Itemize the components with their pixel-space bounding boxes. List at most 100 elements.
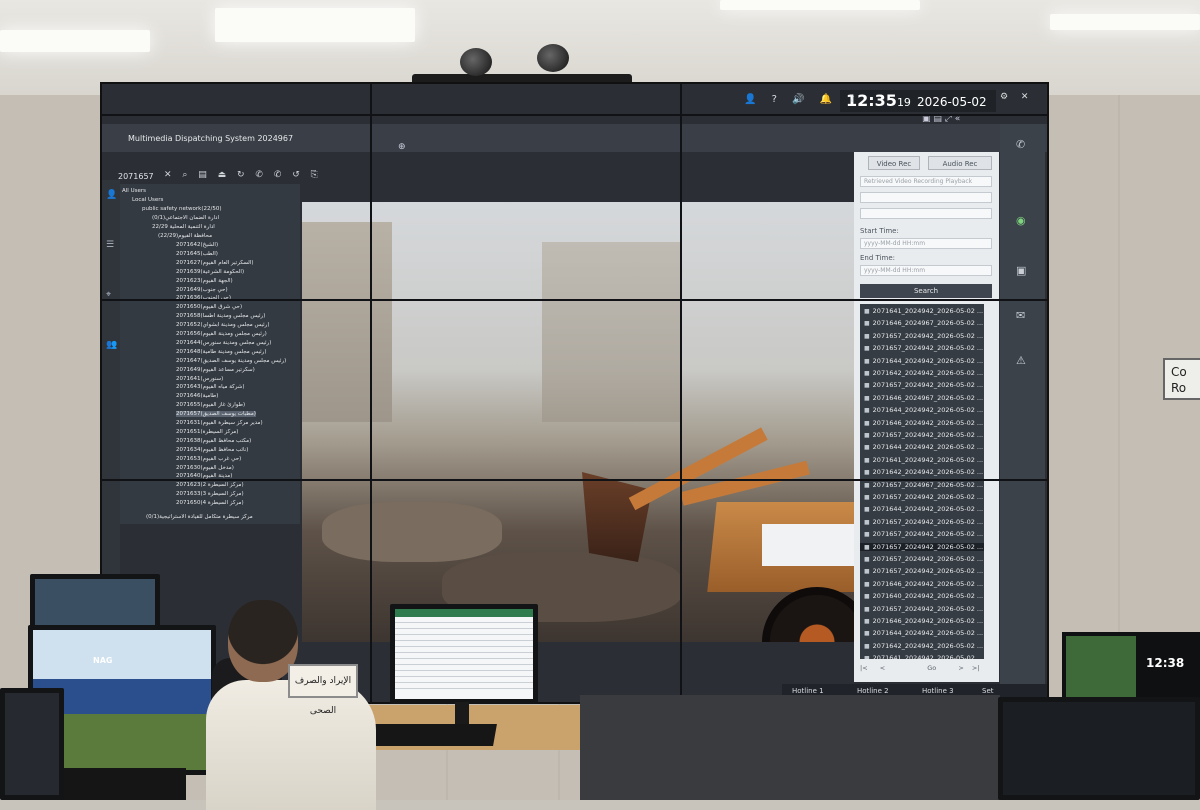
recording-item[interactable]: ■ 2071644_2024942_2026-05-02 ... (864, 357, 983, 365)
recording-item[interactable]: ■ 2071657_2024942_2026-05-02 ... (864, 332, 983, 340)
call-toolbar-icons[interactable]: ✕ ⌕ ▤ ⏏ ↻ ✆ ✆ ↺ ⎘ (164, 170, 322, 180)
recording-item[interactable]: ■ 2071657_2024942_2026-05-02 ... (864, 530, 983, 538)
tree-user-item[interactable]: 2071642(الشيخ) (176, 242, 218, 248)
tree-user-item[interactable]: 2071630(مدخل الفيوم) (176, 465, 234, 471)
start-time-input[interactable]: yyyy-MM-dd HH:mm (860, 238, 992, 249)
tree-group[interactable]: Local Users (132, 197, 163, 203)
recording-label: 2071644_2024942_2026-05-02 ... (872, 505, 984, 514)
add-icon[interactable]: ⊕ (398, 142, 406, 152)
recording-item[interactable]: ■ 2071657_2024942_2026-05-02 ... (864, 344, 983, 352)
recording-item[interactable]: ■ 2071657_2024967_2026-05-02 ... (864, 481, 983, 489)
recording-item[interactable]: ■ 2071657_2024942_2026-05-02 ... (864, 381, 983, 389)
window-controls[interactable]: ⚙ ✕ (1000, 92, 1033, 102)
end-time-input[interactable]: yyyy-MM-dd HH:mm (860, 265, 992, 276)
video-feed[interactable] (302, 202, 854, 642)
tree-user-item[interactable]: 2071646(طامية) (176, 393, 218, 399)
tree-user-item[interactable]: 2071648(رئيس مجلس ومدينة طامية) (176, 349, 266, 355)
playback-field[interactable]: Retrieved Video Recording Playback (860, 176, 992, 187)
hotline-1[interactable]: Hotline 1 (792, 687, 824, 695)
recording-item[interactable]: ■ 2071642_2024942_2026-05-02 ... (864, 642, 983, 650)
tree-branch[interactable]: 22/29 ادارة التنمية المحلية (152, 224, 215, 230)
tree-user-item[interactable]: 2071658(رئيس مجلس ومدينة اطسا) (176, 313, 265, 319)
tree-root[interactable]: All Users (122, 188, 146, 194)
recording-item[interactable]: ■ 2071644_2024942_2026-05-02 ... (864, 406, 983, 414)
tree-user-item[interactable]: 2071645(الطب) (176, 251, 218, 257)
recording-item[interactable]: ■ 2071646_2024942_2026-05-02 ... (864, 419, 983, 427)
tree-user-item[interactable]: 2071657(مطبات يوسف الصديق) (176, 411, 256, 418)
recording-item[interactable]: ■ 2071640_2024942_2026-05-02 ... (864, 592, 983, 600)
tree-user-item[interactable]: 2071651(مركز السيطرة) (176, 429, 238, 435)
recording-item[interactable]: ■ 2071644_2024942_2026-05-02 ... (864, 505, 983, 513)
tree-user-item[interactable]: 2071638(مكتب محافظ الفيوم) (176, 438, 251, 444)
recording-item[interactable]: ■ 2071641_2024942_2026-05-02 ... (864, 307, 983, 315)
settings-link[interactable]: Set (982, 687, 994, 695)
alert-icon[interactable]: ⚠ (1016, 354, 1026, 367)
recording-item[interactable]: ■ 2071646_2024967_2026-05-02 ... (864, 394, 983, 402)
recording-item[interactable]: ■ 2071657_2024942_2026-05-02 ... (864, 431, 983, 439)
spreadsheet-monitor (390, 604, 538, 704)
tree-subgroup[interactable]: public safety network(22/50) (142, 206, 222, 212)
tree-user-item[interactable]: 2071650(مركز السيطرة 4) (176, 500, 244, 506)
go-button[interactable]: Go (927, 664, 936, 672)
tree-user-item[interactable]: 2071641(سنورس) (176, 376, 223, 382)
tree-user-item[interactable]: 2071623(مركز السيطرة 2) (176, 482, 244, 488)
status-icons: 👤 ? 🔊 🔔 ⇪ (744, 94, 862, 105)
tree-user-item[interactable]: 2071647(رئيس مجلس ومدينة يوسف الصديق) (176, 358, 286, 364)
recording-item[interactable]: ■ 2071644_2024942_2026-05-02 ... (864, 443, 983, 451)
tree-user-item[interactable]: 2071655(طوارئ غاز الفيوم) (176, 402, 245, 408)
tree-user-item[interactable]: 2071652(رئيس مجلس ومدينة ابشواي) (176, 322, 270, 328)
tree-user-item[interactable]: 2071653(حي غرب الفيوم) (176, 456, 241, 462)
video-file-icon: ■ (864, 444, 870, 452)
contacts-icon[interactable]: ☰ (106, 240, 114, 250)
recording-item[interactable]: ■ 2071657_2024942_2026-05-02 ... (860, 542, 984, 551)
recording-item[interactable]: ■ 2071646_2024942_2026-05-02 ... (864, 580, 983, 588)
phone-icon[interactable]: ✆ (1016, 138, 1025, 151)
next-page-button[interactable]: > (958, 664, 963, 672)
recording-item[interactable]: ■ 2071657_2024942_2026-05-02 ... (864, 605, 983, 613)
video-icon[interactable]: ▣ (1016, 264, 1026, 277)
recording-item[interactable]: ■ 2071642_2024942_2026-05-02 ... (864, 468, 983, 476)
filter-field[interactable] (860, 192, 992, 203)
recording-item[interactable]: ■ 2071657_2024942_2026-05-02 ... (864, 567, 983, 575)
person-location-icon[interactable]: ◉ (1016, 214, 1026, 227)
last-page-button[interactable]: >| (972, 664, 980, 672)
bezel-seam (102, 114, 1047, 116)
tree-user-item[interactable]: 2071656(رئيس مجلس ومدينة الفيوم) (176, 331, 267, 337)
recording-item[interactable]: ■ 2071657_2024942_2026-05-02 ... (864, 493, 983, 501)
tree-user-item[interactable]: 2071633(مركز السيطرة 3) (176, 491, 244, 497)
group-icon[interactable]: 👥 (106, 340, 117, 350)
recording-item[interactable]: ■ 2071657_2024942_2026-05-02 ... (864, 555, 983, 563)
recording-item[interactable]: ■ 2071644_2024942_2026-05-02 ... (864, 629, 983, 637)
tree-user-item[interactable]: 2071623(الجهة الفيوم) (176, 278, 233, 284)
tree-user-item[interactable]: 2071649(سكرتير مساعد الفيوم) (176, 367, 255, 373)
tree-branch[interactable]: (22/29)محافظة الفيوم (158, 233, 212, 239)
tree-user-item[interactable]: 2071643(شركة مياه الفيوم) (176, 384, 245, 390)
video-rec-button[interactable]: Video Rec (868, 156, 920, 170)
tree-branch[interactable]: (0/1)ادارة الضمان الاجتماعي (152, 215, 219, 221)
tree-user-item[interactable]: 2071649(حي جنوب) (176, 287, 228, 293)
recording-item[interactable]: ■ 2071641_2024942_2026-05-02 ... (864, 456, 983, 464)
filter-field[interactable] (860, 208, 992, 219)
recording-item[interactable]: ■ 2071646_2024967_2026-05-02 ... (864, 319, 983, 327)
recording-item[interactable]: ■ 2071646_2024942_2026-05-02 ... (864, 617, 983, 625)
recording-item[interactable]: ■ 2071642_2024942_2026-05-02 ... (864, 369, 983, 377)
recording-label: 2071657_2024942_2026-05-02 ... (872, 555, 984, 563)
tree-user-item[interactable]: 2071644(رئيس مجلس ومدينة سنورس) (176, 340, 271, 346)
tree-user-item[interactable]: 2071634(نائب محافظ الفيوم) (176, 447, 248, 453)
tree-branch[interactable]: (0/1)مركز سيطرة متكامل للقيادة الاستراتي… (146, 514, 253, 520)
recording-item[interactable]: ■ 2071641_2024942_2026-05-02 ... (864, 654, 983, 659)
tree-user-item[interactable]: 2071639(الحكومة الشرعية) (176, 269, 244, 275)
hotline-2[interactable]: Hotline 2 (857, 687, 889, 695)
recording-item[interactable]: ■ 2071657_2024942_2026-05-02 ... (864, 518, 983, 526)
audio-rec-button[interactable]: Audio Rec (928, 156, 992, 170)
tree-user-item[interactable]: 2071627(السكرتير العام الفيوم) (176, 260, 254, 266)
search-button[interactable]: Search (860, 284, 992, 298)
video-file-icon: ■ (864, 580, 870, 588)
first-page-button[interactable]: |< (860, 664, 868, 672)
prev-page-button[interactable]: < (880, 664, 885, 672)
hotline-3[interactable]: Hotline 3 (922, 687, 954, 695)
message-icon[interactable]: ✉ (1016, 309, 1025, 322)
user-icon[interactable]: 👤 (106, 190, 117, 200)
tree-user-item[interactable]: 2071650(حي شرق الفيوم) (176, 304, 242, 310)
tree-user-item[interactable]: 2071631(مدير مركز سيطرة الفيوم) (176, 420, 263, 426)
